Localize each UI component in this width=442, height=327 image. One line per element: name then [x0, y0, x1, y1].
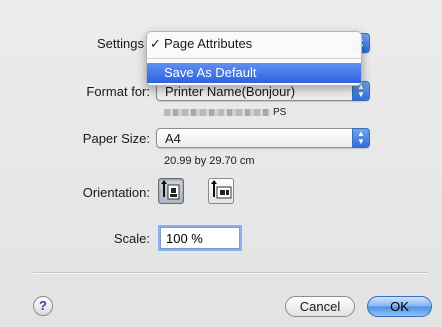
page-setup-dialog: Settings ▲▼ Format for: Printer Name(Bon…: [0, 0, 442, 327]
paper-size-value: A4: [165, 131, 181, 146]
check-icon: ✓: [150, 36, 161, 51]
printer-model: PS: [164, 107, 286, 118]
format-for-label: Format for:: [86, 84, 150, 99]
ok-button[interactable]: OK: [367, 296, 432, 317]
settings-menu: ✓ Page Attributes Save As Default: [146, 31, 362, 86]
menu-item-label: Page Attributes: [164, 36, 253, 51]
menu-item-save-as-default[interactable]: Save As Default: [147, 63, 361, 83]
divider: [33, 272, 428, 274]
printer-model-redacted: [164, 108, 270, 116]
landscape-icon: [211, 180, 232, 199]
menu-separator: [147, 58, 361, 59]
paper-size-label: Paper Size:: [82, 131, 150, 146]
orientation-portrait-button[interactable]: [158, 178, 184, 204]
menu-item-page-attributes[interactable]: ✓ Page Attributes: [147, 34, 361, 54]
orientation-landscape-button[interactable]: [208, 178, 234, 204]
settings-label: Settings: [97, 36, 144, 51]
help-button[interactable]: ?: [33, 296, 53, 316]
scale-input[interactable]: [160, 227, 240, 249]
format-for-value: Printer Name(Bonjour): [165, 84, 296, 99]
scale-label: Scale:: [113, 231, 150, 246]
paper-size-popup[interactable]: A4 ▲ ▼: [156, 128, 370, 148]
printer-model-suffix: PS: [273, 107, 287, 118]
portrait-icon: [161, 180, 180, 200]
menu-item-label: Save As Default: [164, 65, 257, 80]
popup-arrows-icon: ▲▼: [352, 128, 370, 148]
paper-dimensions: 20.99 by 29.70 cm: [164, 155, 255, 167]
orientation-label: Orientation:: [82, 185, 150, 200]
help-icon: ?: [39, 298, 47, 313]
cancel-button[interactable]: Cancel: [285, 296, 355, 317]
